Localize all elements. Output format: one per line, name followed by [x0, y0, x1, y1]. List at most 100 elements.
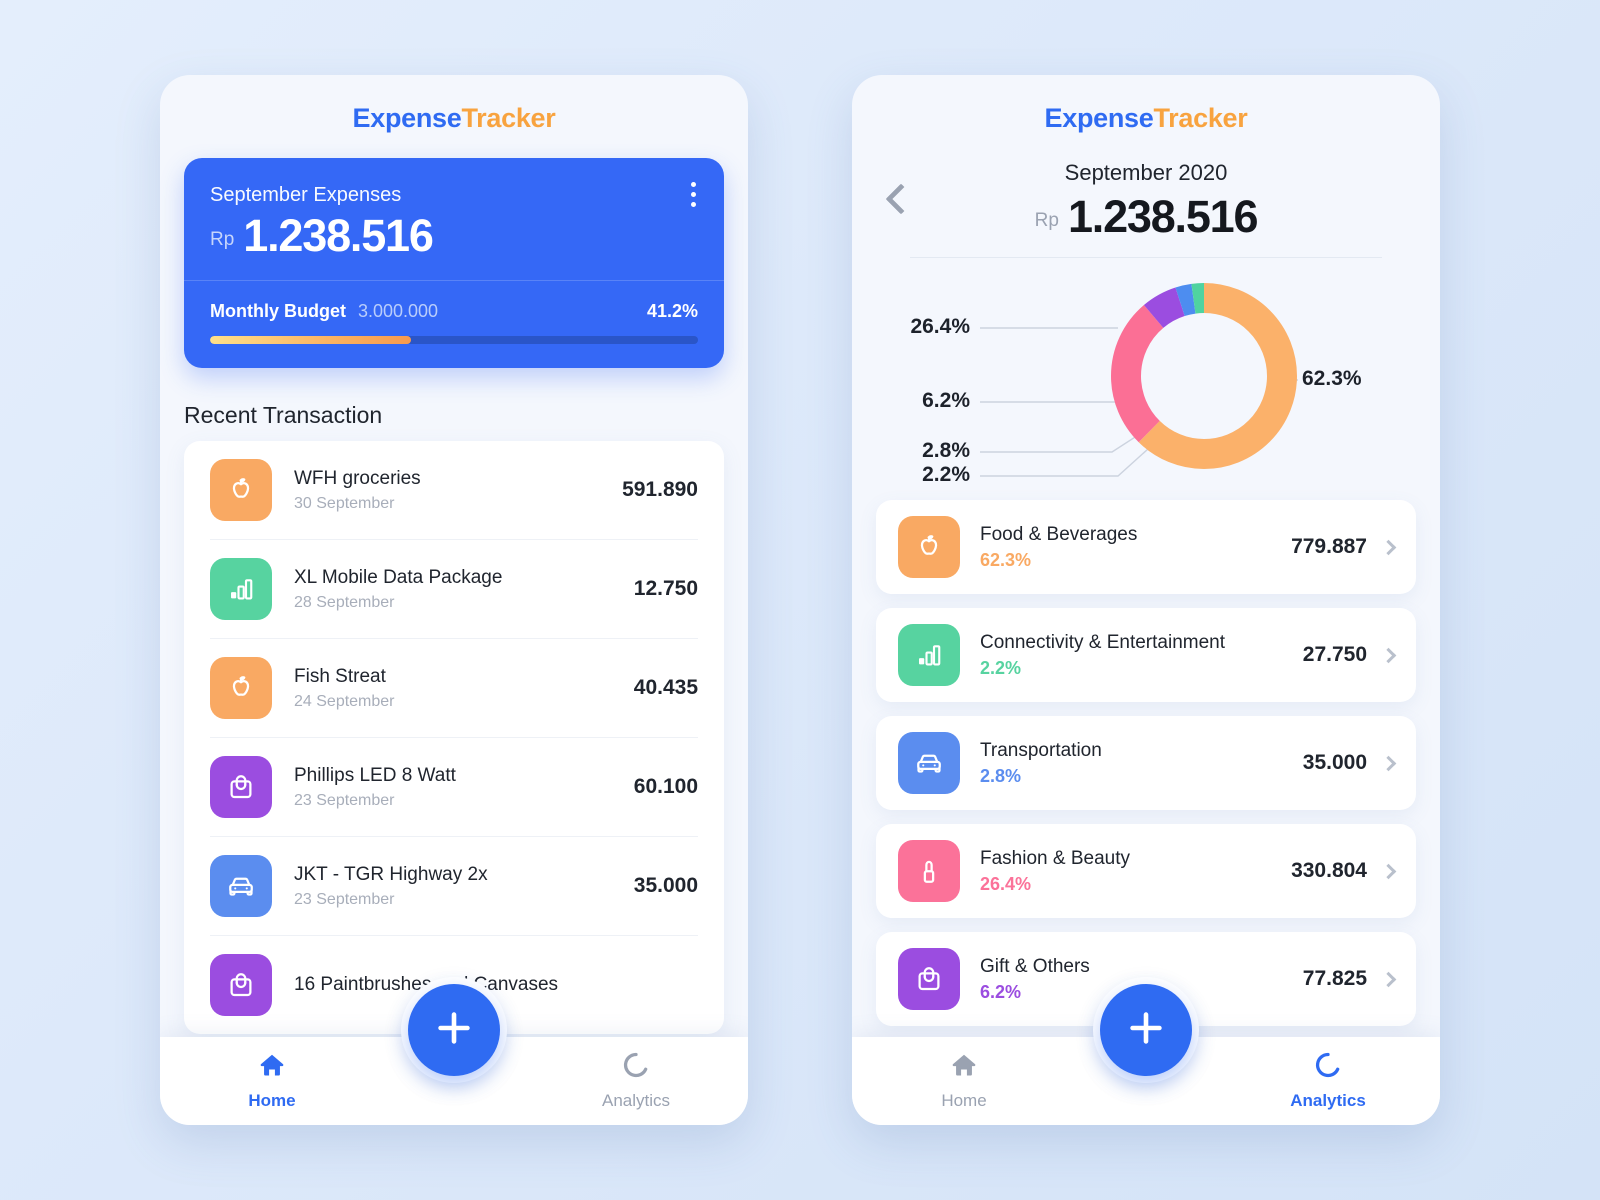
table-row[interactable]: WFH groceries 30 September 591.890: [210, 441, 698, 540]
category-name: Fashion & Beauty: [980, 847, 1130, 869]
apple-icon: [210, 459, 272, 521]
category-percent: 26.4%: [980, 873, 1032, 894]
transaction-amount: 40.435: [633, 676, 698, 699]
nav-label-home: Home: [941, 1091, 987, 1110]
transaction-amount: 12.750: [633, 577, 698, 600]
category-percent: 62.3%: [980, 549, 1032, 570]
brand-part-one: Expense: [1044, 103, 1154, 133]
category-name: Gift & Others: [980, 955, 1090, 977]
nav-label-analytics: Analytics: [1290, 1091, 1366, 1110]
table-row[interactable]: XL Mobile Data Package 28 September 12.7…: [210, 540, 698, 639]
plus-icon: [431, 1005, 477, 1056]
shopping-bag-icon: [898, 948, 960, 1010]
app-brand: ExpenseTracker: [160, 75, 748, 144]
budget-label: Monthly Budget: [210, 301, 346, 321]
car-icon: [898, 732, 960, 794]
nav-item-analytics[interactable]: Analytics: [1216, 1051, 1440, 1111]
donut-slice-label: 2.8%: [922, 439, 970, 462]
category-percent: 2.2%: [980, 657, 1022, 678]
donut-chart-icon: [1314, 1051, 1342, 1084]
category-list: Food & Beverages 62.3% 779.887 Connectiv…: [852, 494, 1440, 1026]
category-info: Transportation 2.8%: [980, 740, 1303, 787]
category-amount: 27.750: [1302, 643, 1367, 666]
apple-icon: [898, 516, 960, 578]
table-row[interactable]: Phillips LED 8 Watt 23 September 60.100: [210, 738, 698, 837]
analytics-screen: ExpenseTracker September 2020 Rp 1.238.5…: [852, 75, 1440, 1125]
nav-label-home: Home: [248, 1091, 296, 1110]
transaction-info: Phillips LED 8 Watt 23 September: [294, 765, 622, 810]
hero-divider: [184, 280, 724, 281]
transaction-name: Fish Streat: [294, 665, 386, 687]
shopping-bag-icon: [210, 954, 272, 1016]
transaction-date: 30 September: [294, 494, 395, 512]
apple-icon: [210, 657, 272, 719]
chevron-right-icon[interactable]: [1380, 863, 1397, 879]
signal-bars-icon: [898, 624, 960, 686]
table-row[interactable]: JKT - TGR Highway 2x 23 September 35.000: [210, 837, 698, 936]
brand-part-one: Expense: [352, 103, 462, 133]
chevron-right-icon[interactable]: [1380, 539, 1397, 555]
list-item[interactable]: Fashion & Beauty 26.4% 330.804: [876, 824, 1416, 918]
brand-part-two: Tracker: [1153, 103, 1248, 133]
transaction-info: WFH groceries 30 September: [294, 468, 610, 513]
category-name: Food & Beverages: [980, 523, 1138, 545]
donut-slice-label: 6.2%: [922, 389, 970, 412]
hero-currency: Rp: [210, 229, 235, 250]
expense-donut-chart: 62.3% 26.4% 6.2% 2.8% 2.2%: [852, 264, 1440, 494]
add-transaction-fab[interactable]: [401, 977, 507, 1083]
transaction-amount: 35.000: [633, 874, 698, 897]
app-brand-analytics: ExpenseTracker: [852, 75, 1440, 144]
month-label: September 2020: [1064, 160, 1228, 185]
month-currency: Rp: [1034, 210, 1059, 231]
donut-slice-label: 26.4%: [910, 315, 970, 338]
transaction-info: JKT - TGR Highway 2x 23 September: [294, 864, 622, 909]
transaction-name: XL Mobile Data Package: [294, 566, 503, 588]
nav-item-home[interactable]: Home: [160, 1051, 384, 1111]
chevron-right-icon[interactable]: [1380, 971, 1397, 987]
transaction-info: Fish Streat 24 September: [294, 666, 622, 711]
lipstick-icon: [898, 840, 960, 902]
list-item[interactable]: Connectivity & Entertainment 2.2% 27.750: [876, 608, 1416, 702]
budget-amount: 3.000.000: [357, 301, 439, 321]
category-info: Fashion & Beauty 26.4%: [980, 848, 1291, 895]
transaction-name: WFH groceries: [294, 467, 421, 489]
transaction-name: Phillips LED 8 Watt: [294, 764, 456, 786]
budget-progress-track: [210, 336, 698, 344]
fab-inner: [408, 984, 500, 1076]
budget-percent: 41.2%: [646, 301, 698, 321]
add-transaction-fab[interactable]: [1093, 977, 1199, 1083]
transaction-amount: 591.890: [622, 478, 698, 501]
car-icon: [210, 855, 272, 917]
section-title-recent-transaction: Recent Transaction: [184, 402, 383, 428]
shopping-bag-icon: [210, 756, 272, 818]
transaction-date: 23 September: [294, 890, 395, 908]
transaction-amount: 60.100: [633, 775, 698, 798]
transaction-info: XL Mobile Data Package 28 September: [294, 567, 622, 612]
category-name: Connectivity & Entertainment: [980, 631, 1226, 653]
list-item[interactable]: Transportation 2.8% 35.000: [876, 716, 1416, 810]
list-item[interactable]: Food & Beverages 62.3% 779.887: [876, 500, 1416, 594]
category-name: Transportation: [980, 739, 1102, 761]
hero-amount: Rp 1.238.516: [210, 213, 698, 258]
nav-item-analytics[interactable]: Analytics: [524, 1051, 748, 1111]
transaction-name: JKT - TGR Highway 2x: [294, 863, 488, 885]
header-divider: [910, 257, 1382, 258]
nav-item-home[interactable]: Home: [852, 1051, 1076, 1111]
home-icon: [258, 1051, 286, 1084]
category-info: Food & Beverages 62.3%: [980, 524, 1291, 571]
expense-summary-card: September Expenses Rp 1.238.516 Monthly …: [184, 158, 724, 368]
month-header: September 2020 Rp 1.238.516: [852, 144, 1440, 258]
transaction-list: WFH groceries 30 September 591.890 XL Mo…: [184, 441, 724, 1034]
category-percent: 2.8%: [980, 765, 1022, 786]
chevron-right-icon[interactable]: [1380, 755, 1397, 771]
category-amount: 77.825: [1302, 967, 1367, 990]
month-value: 1.238.516: [1067, 191, 1259, 242]
transaction-date: 23 September: [294, 791, 395, 809]
donut-chart-icon: [622, 1051, 650, 1084]
category-amount: 779.887: [1291, 535, 1367, 558]
chevron-right-icon[interactable]: [1380, 647, 1397, 663]
category-info: Connectivity & Entertainment 2.2%: [980, 632, 1303, 679]
table-row[interactable]: Fish Streat 24 September 40.435: [210, 639, 698, 738]
budget-row: Monthly Budget 3.000.000 41.2%: [210, 301, 698, 322]
nav-label-analytics: Analytics: [601, 1091, 671, 1110]
